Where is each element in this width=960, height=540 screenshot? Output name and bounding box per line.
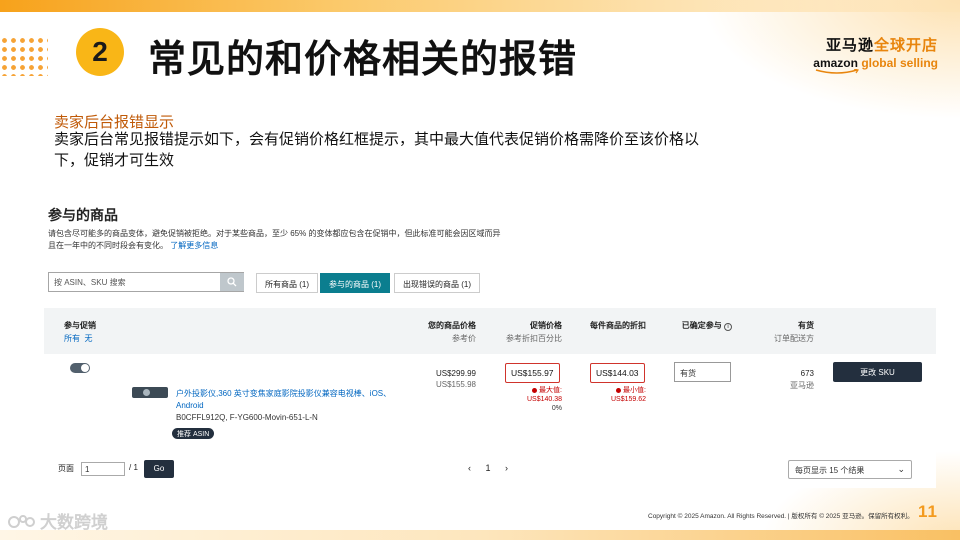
- discount-min-value: US$159.62: [610, 396, 646, 403]
- variant-note-text: 请包含尽可能多的商品变体，避免促销被拒绝。对于某些商品，至少 65% 的变体都应…: [48, 229, 501, 250]
- page-label: 页面: [58, 464, 74, 473]
- pagination: ‹ 1 ›: [462, 463, 514, 473]
- product-thumbnail: [132, 387, 168, 398]
- reference-price-value: US$155.98: [435, 380, 476, 389]
- bottom-decor-band: [0, 530, 960, 540]
- col-your-price-label: 您的商品价格: [428, 321, 476, 330]
- col-your-price: 您的商品价格 参考价: [428, 320, 476, 344]
- participating-products-title: 参与的商品: [48, 207, 118, 223]
- product-name-link[interactable]: 户外投影仪,360 英寸变焦家庭影院投影仪兼容电视棒、iOS、Android: [176, 388, 416, 412]
- col-promo-price-sub: 参考折扣百分比: [506, 334, 562, 343]
- col-participate-filters: 所有 无: [64, 333, 96, 344]
- promo-max-label: 最大值:: [539, 387, 562, 394]
- logo-en-black: amazon: [813, 56, 858, 70]
- participate-toggle[interactable]: [70, 363, 90, 373]
- confirmed-participation-input[interactable]: 有货: [674, 362, 731, 382]
- watermark-logo-icon: [8, 514, 35, 528]
- results-per-page-select[interactable]: 每页显示 15 个结果 ⌄: [788, 460, 912, 479]
- logo-cn-black: 亚马逊: [825, 37, 874, 54]
- col-stock-sub: 订单配送方: [774, 334, 814, 343]
- search-icon: [227, 277, 237, 287]
- stock-count: 673: [800, 369, 814, 378]
- col-participate-label: 参与促销: [64, 321, 96, 330]
- change-sku-button[interactable]: 更改 SKU: [833, 362, 922, 382]
- variant-note: 请包含尽可能多的商品变体，避免促销被拒绝。对于某些商品，至少 65% 的变体都应…: [48, 228, 508, 252]
- search-input[interactable]: 按 ASIN、SKU 搜索: [48, 272, 244, 292]
- logo-en-orange: global selling: [861, 56, 938, 70]
- search-button[interactable]: [220, 273, 244, 291]
- product-asin-sku: B0CFFL912Q, F-YG600-Movin-651-L-N: [176, 413, 318, 422]
- col-promo-price-label: 促销价格: [530, 321, 562, 330]
- col-stock-label: 有货: [798, 321, 814, 330]
- col-stock: 有货 订单配送方: [774, 320, 814, 344]
- fulfilled-by: 亚马逊: [790, 381, 814, 390]
- copyright-text: Copyright © 2025 Amazon. All Rights Rese…: [648, 513, 914, 520]
- watermark-text: 大数跨境: [40, 513, 108, 532]
- info-icon[interactable]: i: [724, 323, 732, 331]
- prev-page-icon[interactable]: ‹: [468, 463, 471, 473]
- section-number-badge: 2: [76, 28, 124, 76]
- page-number-input[interactable]: 1: [81, 462, 125, 476]
- learn-more-link[interactable]: 了解更多信息: [170, 241, 218, 250]
- unit-discount-input[interactable]: US$144.03: [590, 363, 645, 383]
- col-promo-price: 促销价格 参考折扣百分比: [506, 320, 562, 344]
- go-button[interactable]: Go: [144, 460, 174, 478]
- promo-price-input[interactable]: US$155.97: [505, 363, 560, 383]
- discount-min-label: 最小值:: [623, 387, 646, 394]
- chevron-down-icon: ⌄: [897, 464, 905, 474]
- stock-cell: 673 亚马逊: [790, 369, 814, 391]
- recommended-asin-badge: 推荐 ASIN: [172, 428, 215, 439]
- dot-grid-decor: [0, 36, 48, 76]
- tab-all-products[interactable]: 所有商品 (1): [256, 273, 318, 293]
- next-page-icon[interactable]: ›: [505, 463, 508, 473]
- col-your-price-sub: 参考价: [452, 334, 476, 343]
- promo-price-error: 最大值: US$140.38 0%: [527, 386, 562, 413]
- promo-max-value: US$140.38: [526, 396, 562, 403]
- table-header: 参与促销 所有 无 您的商品价格 参考价 促销价格 参考折扣百分比 每件商品的折…: [44, 308, 936, 354]
- promo-discount-pct: 0%: [551, 405, 562, 412]
- filter-none-link[interactable]: 无: [84, 334, 92, 343]
- slide-title: 常见的和价格相关的报错: [148, 39, 578, 81]
- unit-discount-error: 最小值: US$159.62: [611, 386, 646, 404]
- current-page[interactable]: 1: [486, 463, 491, 473]
- col-confirmed: 已确定参与 i: [682, 320, 732, 331]
- filter-all-link[interactable]: 所有: [64, 334, 80, 343]
- error-dot-icon: [616, 387, 622, 393]
- col-unit-discount: 每件商品的折扣: [590, 321, 646, 330]
- your-price-cell: US$299.99 US$155.98: [436, 369, 476, 389]
- error-dot-icon: [532, 387, 538, 393]
- watermark: 大数跨境: [8, 508, 108, 533]
- seller-central-screenshot: 参与的商品 请包含尽可能多的商品变体，避免促销被拒绝。对于某些商品，至少 65%…: [44, 196, 936, 488]
- col-confirmed-label: 已确定参与: [681, 321, 722, 330]
- tab-error-products[interactable]: 出现错误的商品 (1): [394, 273, 480, 293]
- page-number: 11: [918, 502, 938, 521]
- col-participate: 参与促销 所有 无: [64, 320, 96, 344]
- tab-participating-products[interactable]: 参与的商品 (1): [320, 273, 390, 293]
- amazon-global-selling-logo: 亚马逊全球开店 amazon global selling: [813, 34, 938, 75]
- logo-cn-orange: 全球开店: [873, 37, 938, 54]
- results-per-page-value: 每页显示 15 个结果: [795, 466, 865, 475]
- your-price-value: US$299.99: [435, 369, 476, 378]
- section-description: 卖家后台常见报错提示如下，会有促销价格红框提示，其中最大值代表促销价格需降价至该…: [54, 131, 700, 169]
- page-total: / 1: [129, 463, 138, 472]
